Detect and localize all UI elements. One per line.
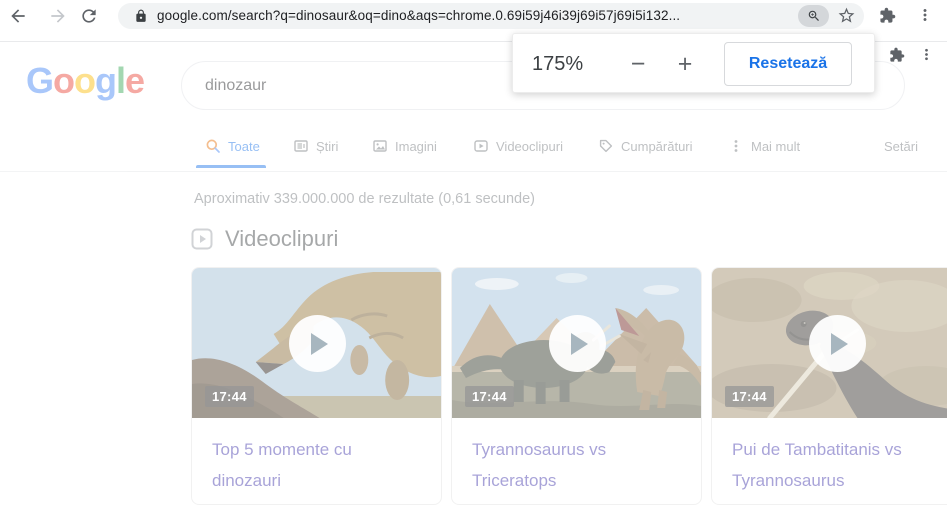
tab-label: Mai mult <box>751 139 800 154</box>
tab-videoclipuri[interactable]: Videoclipuri <box>473 136 563 156</box>
logo-letter: e <box>125 60 144 101</box>
tab-imagini[interactable]: Imagini <box>372 136 437 156</box>
result-tabs: Toate Știri Imagini Videoclipuri Cumpără… <box>0 136 947 158</box>
zoom-in-button[interactable]: + <box>667 46 703 82</box>
extensions-icon <box>879 7 896 24</box>
play-button[interactable] <box>809 315 866 372</box>
video-icon <box>473 138 489 154</box>
reload-icon <box>79 6 99 26</box>
search-icon <box>205 138 221 154</box>
more-vertical-icon <box>728 138 744 154</box>
videos-section-title: Videoclipuri <box>225 226 338 252</box>
video-title-link[interactable]: Pui de Tambatitanis vs Tyrannosaurus <box>712 418 947 496</box>
tag-icon <box>598 138 614 154</box>
tabs-divider <box>0 171 947 172</box>
videos-section-header: Videoclipuri <box>191 226 338 252</box>
zoom-in-icon <box>807 9 821 23</box>
search-query-text: dinozaur <box>205 77 266 95</box>
star-icon <box>837 6 856 25</box>
video-duration: 17:44 <box>465 386 514 407</box>
lock-icon[interactable] <box>134 9 148 23</box>
video-thumbnail[interactable]: 17:44 <box>712 268 947 418</box>
zoom-out-button[interactable]: − <box>620 46 656 82</box>
play-icon <box>311 333 328 355</box>
logo-letter: G <box>26 60 53 101</box>
play-icon <box>831 333 848 355</box>
menu-button-secondary[interactable] <box>918 46 935 63</box>
video-duration: 17:44 <box>725 386 774 407</box>
image-icon <box>372 138 388 154</box>
video-card: 17:44 Pui de Tambatitanis vs Tyrannosaur… <box>711 267 947 505</box>
tab-stiri[interactable]: Știri <box>293 136 338 156</box>
video-card: 17:44 Top 5 momente cu dinozauri <box>191 267 442 505</box>
play-icon <box>571 333 588 355</box>
settings-label: Setări <box>884 139 918 154</box>
google-logo[interactable]: Google <box>26 60 144 102</box>
extensions-button[interactable] <box>879 7 896 24</box>
tab-toate[interactable]: Toate <box>205 136 260 156</box>
extensions-icon <box>889 47 905 63</box>
settings-link[interactable]: Setări <box>884 136 918 156</box>
play-button[interactable] <box>289 315 346 372</box>
video-thumbnail[interactable]: 17:44 <box>452 268 701 418</box>
address-bar[interactable]: google.com/search?q=dinosaur&oq=dino&aqs… <box>118 3 864 29</box>
video-title-link[interactable]: Tyrannosaurus vs Triceratops <box>452 418 701 496</box>
tab-label: Videoclipuri <box>496 139 563 154</box>
menu-dots-icon <box>916 6 934 24</box>
video-duration: 17:44 <box>205 386 254 407</box>
browser-menu-button[interactable] <box>916 6 934 24</box>
tab-label: Toate <box>228 139 260 154</box>
result-stats: Aproximativ 339.000.000 de rezultate (0,… <box>194 191 535 207</box>
video-title-link[interactable]: Top 5 momente cu dinozauri <box>192 418 441 496</box>
active-tab-underline <box>196 165 266 168</box>
logo-letter: g <box>95 60 116 101</box>
logo-letter: o <box>74 60 95 101</box>
extensions-button-secondary[interactable] <box>889 47 905 63</box>
video-thumbnail[interactable]: 17:44 <box>192 268 441 418</box>
url-text: google.com/search?q=dinosaur&oq=dino&aqs… <box>157 8 680 23</box>
back-icon <box>8 6 28 26</box>
back-button[interactable] <box>8 6 28 26</box>
zoom-popup: 175% − + Resetează <box>512 33 875 93</box>
menu-dots-icon <box>918 46 935 63</box>
tab-label: Știri <box>316 139 338 154</box>
zoom-reset-button[interactable]: Resetează <box>724 42 852 86</box>
zoom-indicator-button[interactable] <box>798 5 829 27</box>
news-icon <box>293 138 309 154</box>
forward-icon <box>48 6 68 26</box>
tab-label: Imagini <box>395 139 437 154</box>
tab-label: Cumpărături <box>621 139 693 154</box>
zoom-level-label: 175% <box>532 34 583 94</box>
tab-mai-mult[interactable]: Mai mult <box>728 136 800 156</box>
video-section-icon <box>191 228 213 250</box>
reload-button[interactable] <box>79 6 99 26</box>
video-card: 17:44 Tyrannosaurus vs Triceratops <box>451 267 702 505</box>
tab-cumparaturi[interactable]: Cumpărături <box>598 136 693 156</box>
logo-letter: l <box>116 60 125 101</box>
forward-button[interactable] <box>48 6 68 26</box>
bookmark-star-button[interactable] <box>837 6 856 25</box>
play-button[interactable] <box>549 315 606 372</box>
logo-letter: o <box>53 60 74 101</box>
